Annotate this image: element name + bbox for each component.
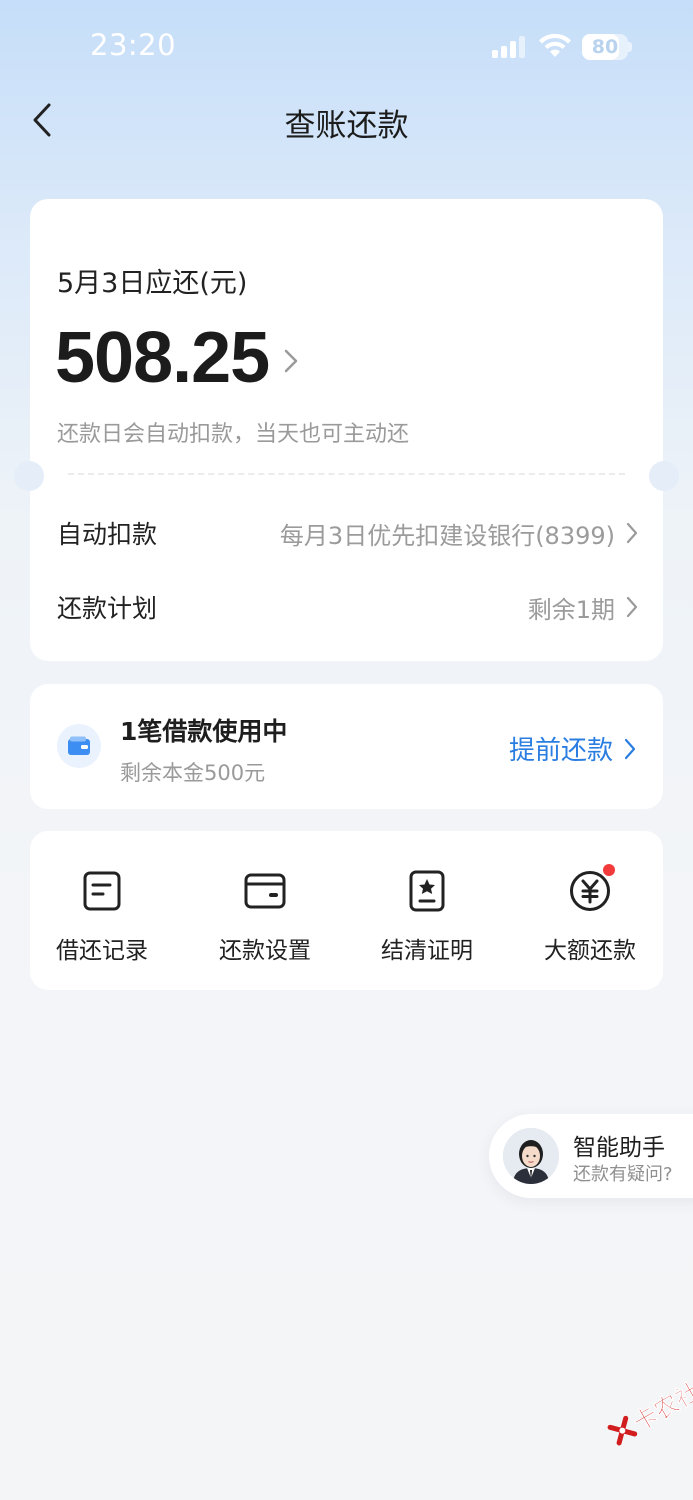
assistant-avatar <box>503 1128 559 1184</box>
wallet-badge <box>57 724 101 768</box>
action-repay-settings[interactable]: 还款设置 <box>195 869 335 969</box>
chevron-right-icon <box>284 349 298 373</box>
action-label: 借还记录 <box>56 938 148 964</box>
smart-assistant-button[interactable]: 智能助手 还款有疑问? <box>489 1114 693 1198</box>
card-icon <box>244 873 286 909</box>
prepay-button[interactable]: 提前还款 <box>509 730 637 767</box>
due-amount: 508.25 <box>55 318 270 398</box>
due-amount-link[interactable]: 508.25 <box>55 317 301 399</box>
due-title: 5月3日应还(元) <box>57 268 248 299</box>
battery-level: 80 <box>591 36 619 58</box>
chevron-right-icon <box>626 522 638 544</box>
repayment-plan-value: 剩余1期 <box>527 595 615 624</box>
chevron-right-icon <box>626 596 638 618</box>
document-icon <box>83 871 121 911</box>
auto-debit-label: 自动扣款 <box>57 520 158 549</box>
notification-dot <box>603 864 615 876</box>
quick-actions-card: 借还记录 还款设置 结清证明 大额还款 <box>30 831 663 990</box>
page-title: 查账还款 <box>284 108 409 144</box>
community-watermark: 卡农社区 <box>592 1347 693 1471</box>
certificate-icon <box>409 870 445 912</box>
wallet-icon <box>68 736 90 755</box>
battery-indicator: 80 <box>582 34 632 60</box>
due-hint: 还款日会自动扣款，当天也可主动还 <box>57 422 410 447</box>
action-large-repayment[interactable]: 大额还款 <box>520 864 660 969</box>
due-card: 5月3日应还(元) 508.25 还款日会自动扣款，当天也可主动还 自动扣款 每… <box>14 199 679 661</box>
auto-debit-value: 每月3日优先扣建设银行(8399) <box>279 521 615 550</box>
loan-title: 1笔借款使用中 <box>120 717 288 746</box>
action-loan-records[interactable]: 借还记录 <box>32 869 172 969</box>
wifi-icon <box>539 33 571 57</box>
assistant-name: 智能助手 <box>573 1135 665 1161</box>
dashed-divider <box>68 473 625 475</box>
ticket-notch-right <box>649 461 679 491</box>
repayment-plan-label: 还款计划 <box>57 594 158 623</box>
auto-debit-row[interactable]: 自动扣款 每月3日优先扣建设银行(8399) <box>57 513 639 553</box>
repayment-plan-row[interactable]: 还款计划 剩余1期 <box>57 587 639 627</box>
action-label: 还款设置 <box>219 938 311 964</box>
signal-icon <box>492 36 525 58</box>
watermark-text: 卡农社区 <box>628 1365 693 1438</box>
action-label: 结清证明 <box>381 938 473 964</box>
loan-subtitle: 剩余本金500元 <box>120 761 266 785</box>
prepay-label: 提前还款 <box>508 736 613 766</box>
assistant-subtitle: 还款有疑问? <box>573 1164 673 1185</box>
action-settlement-proof[interactable]: 结清证明 <box>357 869 497 969</box>
status-bar: 23:20 80 <box>0 0 693 92</box>
status-time: 23:20 <box>90 28 177 62</box>
loan-card: 1笔借款使用中 剩余本金500元 提前还款 <box>30 684 663 809</box>
chevron-right-icon <box>624 738 636 759</box>
yuan-icon <box>568 864 615 913</box>
ticket-notch-left <box>14 461 44 491</box>
action-label: 大额还款 <box>544 938 636 964</box>
